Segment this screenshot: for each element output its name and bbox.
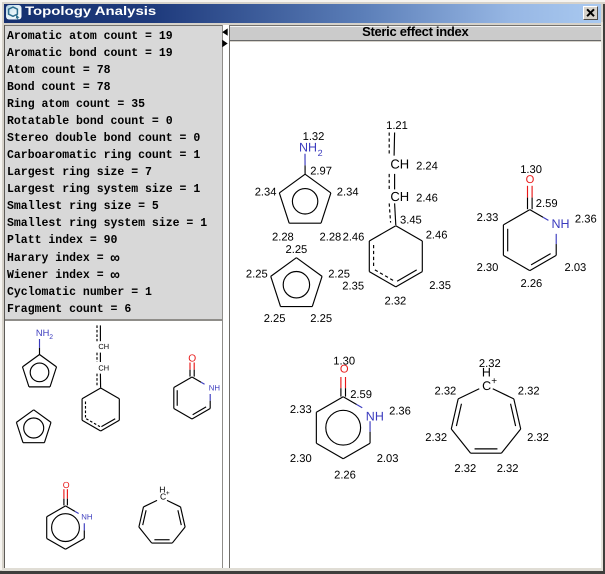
svg-text:2.03: 2.03 bbox=[565, 262, 587, 274]
svg-text:2.59: 2.59 bbox=[536, 198, 558, 210]
svg-text:2.32: 2.32 bbox=[527, 432, 549, 444]
svg-text:NH: NH bbox=[81, 512, 92, 521]
svg-text:+: + bbox=[166, 490, 170, 497]
svg-text:NH: NH bbox=[209, 383, 220, 392]
svg-text:2.26: 2.26 bbox=[521, 278, 543, 290]
svg-text:2.25: 2.25 bbox=[246, 269, 268, 281]
svg-text:1.30: 1.30 bbox=[520, 164, 542, 176]
svg-text:2.34: 2.34 bbox=[255, 186, 277, 198]
svg-text:O: O bbox=[63, 480, 70, 490]
svg-text:2.30: 2.30 bbox=[477, 262, 499, 274]
svg-text:CH: CH bbox=[98, 364, 109, 373]
svg-text:O: O bbox=[188, 353, 196, 364]
svg-text:2.25: 2.25 bbox=[264, 313, 286, 325]
svg-text:NH: NH bbox=[36, 328, 49, 338]
svg-text:2.03: 2.03 bbox=[377, 453, 399, 465]
svg-text:2.46: 2.46 bbox=[416, 193, 438, 205]
svg-text:2.36: 2.36 bbox=[575, 213, 597, 225]
svg-text:2.35: 2.35 bbox=[342, 280, 364, 292]
svg-text:2.26: 2.26 bbox=[334, 470, 356, 482]
svg-text:3.45: 3.45 bbox=[400, 214, 422, 226]
svg-text:2.33: 2.33 bbox=[477, 212, 499, 224]
svg-text:2.32: 2.32 bbox=[435, 385, 457, 397]
svg-text:2.46: 2.46 bbox=[426, 230, 448, 242]
svg-text:1.21: 1.21 bbox=[386, 120, 408, 132]
svg-text:2: 2 bbox=[318, 148, 323, 158]
svg-text:2.25: 2.25 bbox=[310, 313, 332, 325]
svg-text:2.46: 2.46 bbox=[343, 232, 365, 244]
svg-text:2.32: 2.32 bbox=[425, 432, 447, 444]
svg-text:1.32: 1.32 bbox=[303, 131, 325, 143]
svg-text:2: 2 bbox=[49, 334, 53, 341]
svg-text:CH: CH bbox=[390, 157, 409, 172]
svg-text:H: H bbox=[159, 484, 165, 494]
svg-text:2.25: 2.25 bbox=[328, 269, 350, 281]
svg-text:2.59: 2.59 bbox=[350, 389, 372, 401]
svg-text:C: C bbox=[482, 379, 491, 393]
svg-text:2.36: 2.36 bbox=[389, 406, 411, 418]
svg-text:2.32: 2.32 bbox=[385, 296, 407, 308]
svg-text:2.24: 2.24 bbox=[416, 160, 438, 172]
svg-text:2.28: 2.28 bbox=[272, 232, 294, 244]
svg-text:2.32: 2.32 bbox=[479, 358, 501, 370]
svg-text:+: + bbox=[491, 376, 497, 387]
svg-text:1.30: 1.30 bbox=[333, 356, 355, 368]
svg-text:2.32: 2.32 bbox=[518, 385, 540, 397]
svg-text:CH: CH bbox=[390, 189, 409, 204]
svg-text:2.32: 2.32 bbox=[454, 463, 476, 475]
svg-text:2.97: 2.97 bbox=[310, 166, 332, 178]
svg-text:2.25: 2.25 bbox=[286, 244, 308, 256]
svg-text:2.33: 2.33 bbox=[290, 404, 312, 416]
svg-text:2.30: 2.30 bbox=[290, 453, 312, 465]
svg-text:2.32: 2.32 bbox=[497, 463, 519, 475]
svg-text:CH: CH bbox=[98, 342, 109, 351]
svg-text:2.34: 2.34 bbox=[337, 186, 359, 198]
svg-text:2.35: 2.35 bbox=[429, 280, 451, 292]
svg-text:2.28: 2.28 bbox=[320, 232, 342, 244]
svg-text:NH: NH bbox=[552, 217, 570, 231]
svg-text:NH: NH bbox=[366, 409, 384, 423]
